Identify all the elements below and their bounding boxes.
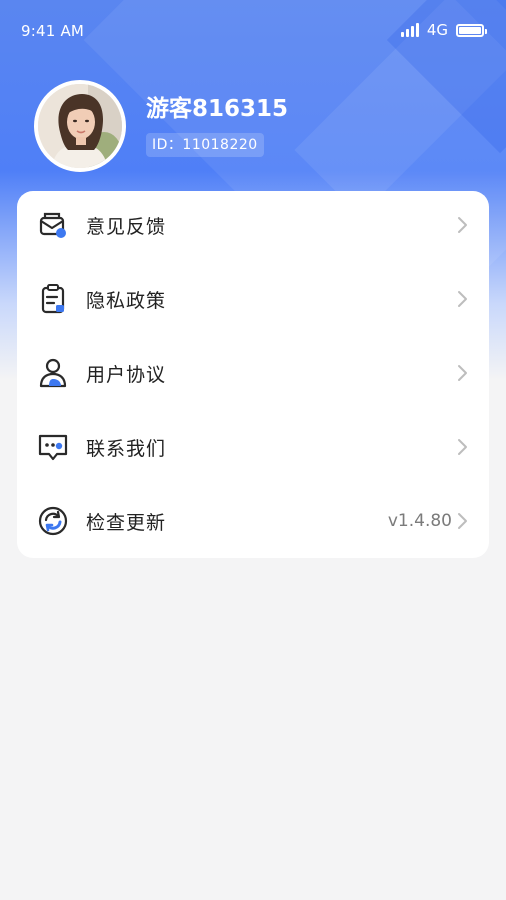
battery-level	[459, 26, 481, 34]
chevron-right-icon	[458, 291, 467, 307]
contact-chat-icon	[38, 434, 68, 461]
menu-item-label: 检查更新	[86, 511, 167, 534]
status-time: 9:41 AM	[21, 22, 85, 40]
menu-item-check-update[interactable]: 检查更新 v1.4.80	[17, 484, 489, 558]
chevron-right-icon	[458, 217, 467, 233]
user-agreement-icon	[39, 358, 67, 388]
user-id-badge: ID：11018220	[146, 133, 264, 157]
chevron-right-icon	[458, 365, 467, 381]
menu-item-label: 联系我们	[86, 437, 167, 460]
status-indicators: 4G	[400, 20, 487, 40]
user-name: 游客816315	[146, 96, 289, 122]
status-bar: 9:41 AM 4G	[0, 0, 506, 62]
privacy-clipboard-icon	[41, 284, 65, 314]
menu-item-feedback[interactable]: 意见反馈	[17, 188, 489, 262]
menu-item-label: 隐私政策	[86, 289, 167, 312]
feedback-mail-icon	[39, 212, 66, 238]
user-info: 游客816315 ID：11018220	[146, 95, 288, 157]
chevron-right-icon	[458, 439, 467, 455]
update-refresh-icon	[38, 506, 68, 536]
menu-item-label: 意见反馈	[86, 215, 167, 238]
avatar[interactable]	[34, 80, 126, 172]
menu-item-label: 用户协议	[86, 363, 167, 386]
menu-item-user-agreement[interactable]: 用户协议	[17, 336, 489, 410]
menu-item-privacy-policy[interactable]: 隐私政策	[17, 262, 489, 336]
menu-item-contact-us[interactable]: 联系我们	[17, 410, 489, 484]
battery-icon	[456, 23, 487, 37]
chevron-right-icon	[458, 513, 467, 529]
signal-icon	[400, 23, 421, 37]
app-version: v1.4.80	[387, 511, 452, 531]
avatar-photo-icon	[38, 84, 122, 168]
network-type: 4G	[426, 21, 448, 39]
settings-menu: 意见反馈 隐私政策 用户协议 联系我们 检查更新 v1.4.80	[17, 191, 489, 558]
profile-header: 游客816315 ID：11018220	[34, 80, 288, 172]
